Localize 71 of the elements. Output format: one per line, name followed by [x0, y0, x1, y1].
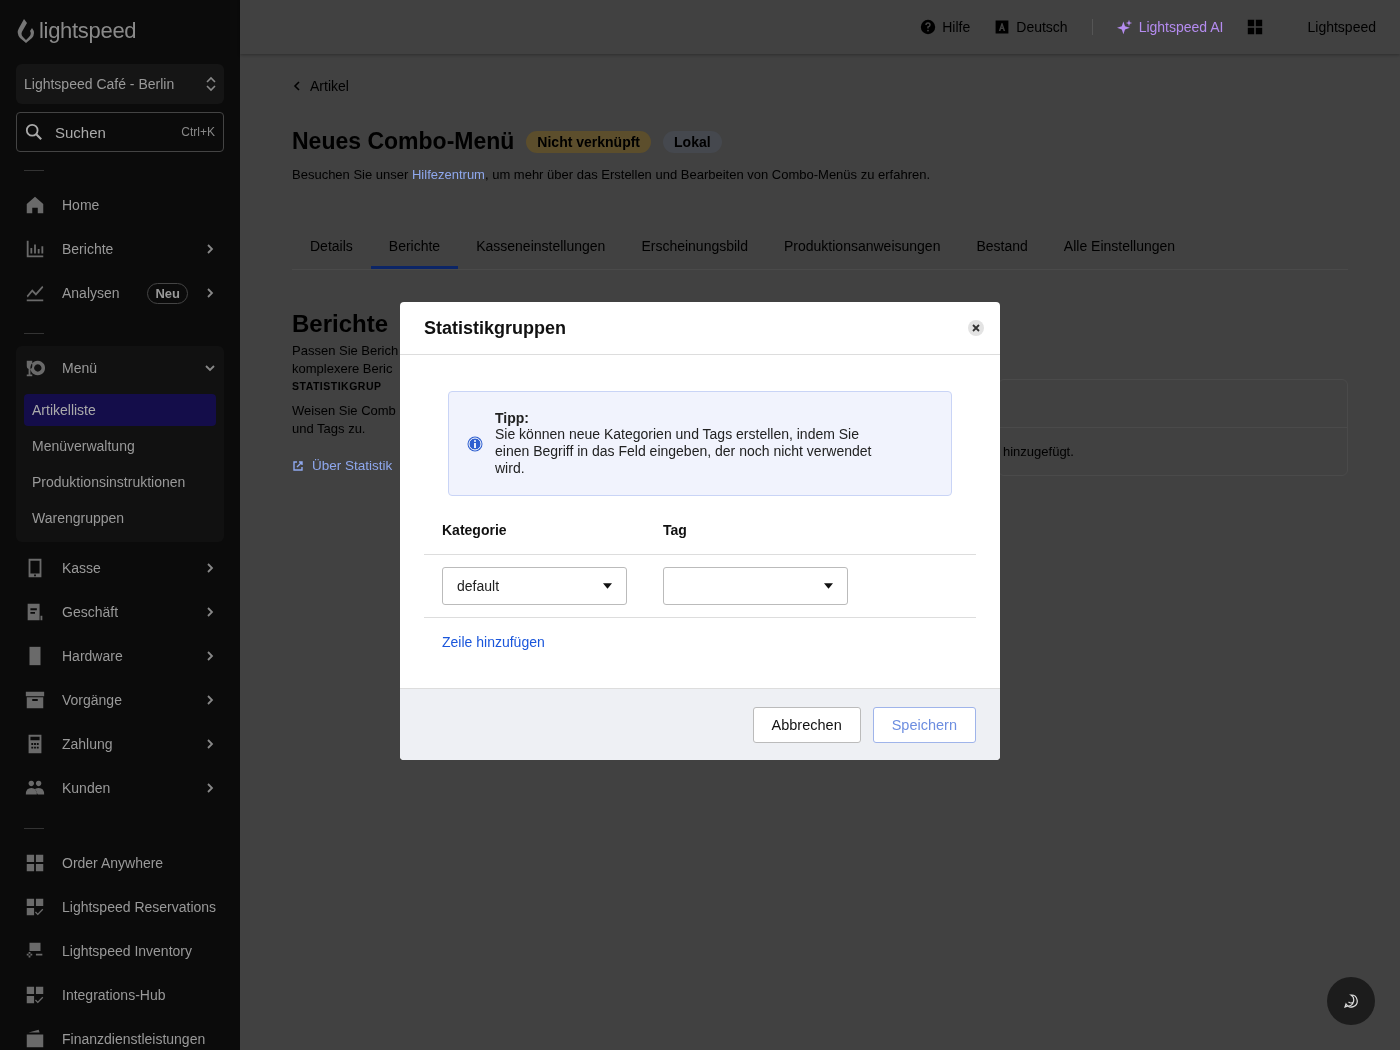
- status-badge: Nicht verknüpft: [526, 130, 652, 153]
- sparkle-icon: [1116, 19, 1133, 35]
- nav-item[interactable]: Lightspeed Inventory: [16, 929, 224, 973]
- info-icon: [467, 435, 483, 452]
- intro-text: Besuchen Sie unser Hilfezentrum, um mehr über das Erstellen und Bearbeiten von Combo-Menüs zu erfahren.: [292, 167, 932, 182]
- letter-a-icon: [994, 19, 1011, 35]
- nav-item[interactable]: Geschäft: [16, 590, 224, 634]
- chevron-icon: [204, 362, 216, 374]
- flame-logo-icon: [16, 18, 36, 44]
- tip-text: Sie können neue Kategorien und Tags erstellen, indem Sie einen Begriff in das Feld eingeben, der noch nicht verwendet wird.: [495, 426, 873, 477]
- submenu-item[interactable]: Produktionsinstruktionen: [24, 466, 216, 498]
- tip-title: Tipp:: [495, 410, 530, 426]
- chevron-icon: [204, 650, 216, 662]
- wallet-icon: [24, 1028, 46, 1050]
- nav-item[interactable]: Menü: [16, 346, 224, 390]
- archive-icon: [24, 689, 46, 711]
- grid-icon: [24, 852, 46, 874]
- page-title: Neues Combo-Menü: [292, 128, 515, 155]
- assign-text: Weisen Sie Comb und Tags zu.: [292, 402, 397, 438]
- submenu-item[interactable]: Warengruppen: [24, 502, 216, 534]
- nav-item[interactable]: Berichte: [16, 227, 224, 271]
- column-header: Kategorie: [442, 522, 508, 538]
- column-header: Tag: [663, 522, 688, 538]
- help-center-link[interactable]: Hilfezentrum: [411, 167, 485, 182]
- location-selector[interactable]: Lightspeed Café - Berlin: [16, 64, 224, 104]
- statistics-link[interactable]: Über Statistik: [292, 458, 398, 473]
- chevron-icon: [204, 243, 216, 255]
- dialog-title: Statistikgruppen: [424, 317, 566, 339]
- section-title: Berichte: [292, 310, 390, 338]
- nav-item[interactable]: Order Anywhere: [16, 841, 224, 885]
- close-button[interactable]: [968, 320, 984, 336]
- chevron-left-icon: [292, 81, 302, 91]
- section-description: Passen Sie Berich komplexere Beric: [292, 342, 398, 378]
- grid-check-icon: [24, 896, 46, 918]
- nav-item[interactable]: Finanzdienstleistungen: [16, 1017, 224, 1050]
- chevron-icon: [204, 287, 216, 299]
- chevron-icon: [204, 562, 216, 574]
- submenu-item[interactable]: Menüverwaltung: [24, 430, 216, 462]
- nav-item[interactable]: Hardware: [16, 634, 224, 678]
- nav-item[interactable]: Vorgänge: [16, 678, 224, 722]
- ai-button[interactable]: Lightspeed AI: [1116, 19, 1224, 35]
- nav-item[interactable]: Home: [16, 183, 224, 227]
- category-select[interactable]: default: [442, 567, 627, 605]
- shortcut-hint: Ctrl+K: [181, 125, 215, 139]
- external-link-icon: [292, 459, 304, 472]
- submenu-item[interactable]: Artikelliste: [24, 394, 216, 426]
- nav-item[interactable]: Kasse: [16, 546, 224, 590]
- chevron-icon: [204, 606, 216, 618]
- logo-text: lightspeed: [39, 18, 137, 44]
- grid-check-icon: [24, 984, 46, 1006]
- nav-item[interactable]: Lightspeed Reservations: [16, 885, 224, 929]
- empty-text: hinzugefügt.: [1003, 444, 1074, 459]
- nav-item[interactable]: Kunden: [16, 766, 224, 810]
- add-row-link[interactable]: Zeile hinzufügen: [442, 634, 545, 650]
- search-icon: [25, 123, 43, 141]
- nav-item[interactable]: Zahlung: [16, 722, 224, 766]
- close-icon: [968, 320, 984, 336]
- nav-item[interactable]: Analysen Neu: [16, 271, 224, 315]
- status-badge: Lokal: [663, 130, 722, 153]
- home-icon: [24, 194, 46, 216]
- chevron-icon: [204, 694, 216, 706]
- help-icon: [920, 19, 937, 35]
- chevron-icon: [204, 738, 216, 750]
- updown-icon: [206, 76, 216, 92]
- caret-icon: [603, 583, 612, 589]
- section-caption: STATISTIKGRUP: [292, 380, 383, 392]
- caret-icon: [824, 583, 833, 589]
- cancel-button[interactable]: Abbrechen: [752, 706, 861, 743]
- chevron-icon: [204, 782, 216, 794]
- nav-item[interactable]: Integrations-Hub: [16, 973, 224, 1017]
- bar-chart-icon: [24, 238, 46, 260]
